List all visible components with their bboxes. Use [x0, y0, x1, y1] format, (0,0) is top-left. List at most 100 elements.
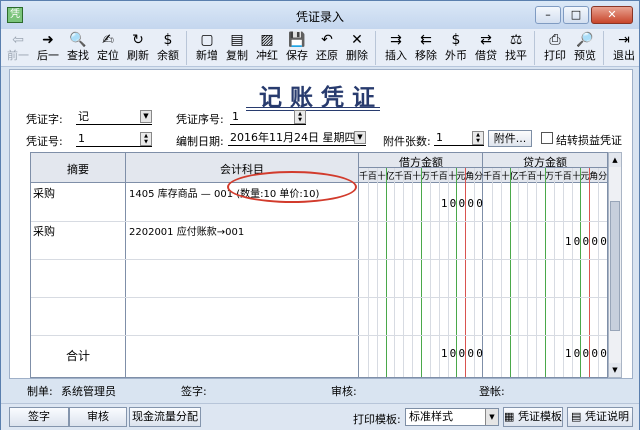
digit-header: 百	[403, 172, 413, 182]
voucher-type-value: 记	[78, 110, 89, 123]
restore-icon: ↶	[321, 32, 333, 48]
digit: 0	[476, 347, 483, 360]
guide-icon: ▤	[571, 410, 582, 423]
attachments-field[interactable]: 1 ▲ ▼	[434, 130, 484, 146]
digit: 0	[449, 197, 457, 210]
vertical-scrollbar[interactable]: ▲ ▼	[608, 152, 622, 378]
attach-button[interactable]: 附件...	[488, 130, 532, 147]
exit-button[interactable]: ⇥ 退出	[609, 29, 639, 66]
new-icon: ▢	[200, 32, 214, 48]
row-divider	[31, 259, 607, 260]
digit: 0	[582, 347, 590, 360]
chevron-down-icon[interactable]: ▼	[485, 409, 498, 425]
template-button[interactable]: ▦ 凭证模板	[503, 407, 563, 427]
reverse-label: 冲红	[256, 49, 278, 62]
row-divider	[31, 335, 607, 336]
scroll-thumb[interactable]	[610, 201, 620, 331]
digit-divider	[571, 168, 573, 377]
debit-button[interactable]: ⇄ 借贷	[471, 29, 501, 66]
delete-icon: ✕	[351, 32, 363, 48]
save-button[interactable]: 💾 保存	[282, 29, 312, 66]
date-field[interactable]: 2016年11月24日 星期四 ▼	[228, 130, 366, 146]
exit-icon: ⇥	[618, 32, 630, 48]
digit: 0	[591, 235, 599, 248]
digit: 0	[476, 197, 483, 210]
voucher-panel: 记账凭证 凭证字: 记 ▼ 凭证序号: 1 ▲ ▼ 凭证号: 1 ▲ ▼ 编制日期: 20…	[9, 69, 633, 379]
digit-divider	[553, 168, 555, 377]
summary-cell[interactable]: 采购	[33, 223, 123, 239]
scroll-down-icon[interactable]: ▼	[609, 363, 621, 377]
next-button[interactable]: ➜ 后一	[33, 29, 63, 66]
balance-out-button[interactable]: ⚖ 找平	[501, 29, 531, 66]
locate-button[interactable]: ✍ 定位	[93, 29, 123, 66]
voucher-type-select[interactable]: 记 ▼	[76, 109, 152, 125]
audit-label: 审核:	[331, 385, 357, 398]
transfer-checkbox-label: 结转损益凭证	[556, 134, 622, 147]
maker-value: 系统管理员	[61, 385, 116, 398]
balance-button[interactable]: $ 余额	[153, 29, 183, 66]
cashflow-button[interactable]: 现金流量分配	[129, 407, 201, 427]
print-template-select[interactable]: 标准样式 ▼	[405, 408, 499, 426]
digit-divider	[429, 168, 431, 377]
digit-header: 十	[500, 172, 510, 182]
save-icon: 💾	[288, 32, 306, 48]
account-cell[interactable]: 2202001 应付账款→001	[129, 223, 357, 238]
voucher-no-field[interactable]: 1 ▲ ▼	[76, 131, 152, 147]
digit: 0	[600, 347, 607, 360]
guide-button-label: 凭证说明	[584, 410, 629, 423]
spinner-icon[interactable]: ▲ ▼	[140, 132, 152, 146]
digit: 1	[564, 235, 572, 248]
preview-button[interactable]: 🔎 预览	[570, 29, 600, 66]
digit-header: 千	[394, 172, 404, 182]
digit-header: 千	[518, 172, 528, 182]
digit-header: 千	[553, 172, 563, 182]
minimize-button[interactable]: –	[535, 6, 561, 24]
digit-header: 亿	[509, 172, 519, 182]
digit-divider	[394, 168, 396, 377]
digit: 0	[582, 235, 590, 248]
refresh-button[interactable]: ↻ 刷新	[123, 29, 153, 66]
digit-divider	[500, 168, 502, 377]
digit-divider	[367, 168, 369, 377]
maximize-button[interactable]: □	[563, 6, 589, 24]
digit-header: 万	[421, 172, 431, 182]
summary-cell[interactable]: 采购	[33, 185, 123, 201]
title-underline	[246, 107, 380, 108]
forex-button[interactable]: $ 外币	[441, 29, 471, 66]
guide-button[interactable]: ▤ 凭证说明	[567, 407, 633, 427]
preview-label: 预览	[574, 49, 596, 62]
delete-label: 删除	[346, 49, 368, 62]
new-button[interactable]: ▢ 新增	[192, 29, 222, 66]
close-button[interactable]: ✕	[591, 6, 633, 24]
restore-button[interactable]: ↶ 还原	[312, 29, 342, 66]
print-template-value: 标准样式	[409, 410, 453, 423]
copy-button[interactable]: ▤ 复制	[222, 29, 252, 66]
voucher-seq-field[interactable]: 1 ▲ ▼	[230, 109, 306, 125]
find-button[interactable]: 🔍 查找	[63, 29, 93, 66]
chevron-down-icon[interactable]: ▼	[140, 110, 152, 123]
digit: 0	[458, 197, 466, 210]
scroll-up-icon[interactable]: ▲	[609, 153, 621, 167]
locate-label: 定位	[97, 49, 119, 62]
digit: 0	[458, 347, 466, 360]
reverse-button[interactable]: ▨ 冲红	[252, 29, 282, 66]
audit-button[interactable]: 审核	[69, 407, 127, 427]
delete-button[interactable]: ✕ 删除	[342, 29, 372, 66]
spinner-icon[interactable]: ▲ ▼	[294, 110, 306, 124]
print-button[interactable]: ⎙ 打印	[540, 29, 570, 66]
digit-header: 亿	[385, 172, 395, 182]
insert-button[interactable]: ⇉ 插入	[381, 29, 411, 66]
transfer-checkbox[interactable]	[541, 132, 553, 144]
digit-header: 角	[589, 172, 599, 182]
chevron-down-icon[interactable]: ▼	[354, 131, 366, 144]
digit-divider	[598, 168, 600, 377]
digit-header: 百	[491, 172, 501, 182]
row-divider	[31, 221, 607, 222]
annotation-oval	[227, 171, 357, 203]
digit-divider	[536, 168, 538, 377]
post-label: 登帐:	[479, 385, 505, 398]
sign-button[interactable]: 签字	[9, 407, 69, 427]
remove-button[interactable]: ⇇ 移除	[411, 29, 441, 66]
spinner-icon[interactable]: ▲ ▼	[472, 131, 484, 145]
prev-button[interactable]: ⇦ 前一	[3, 29, 33, 66]
